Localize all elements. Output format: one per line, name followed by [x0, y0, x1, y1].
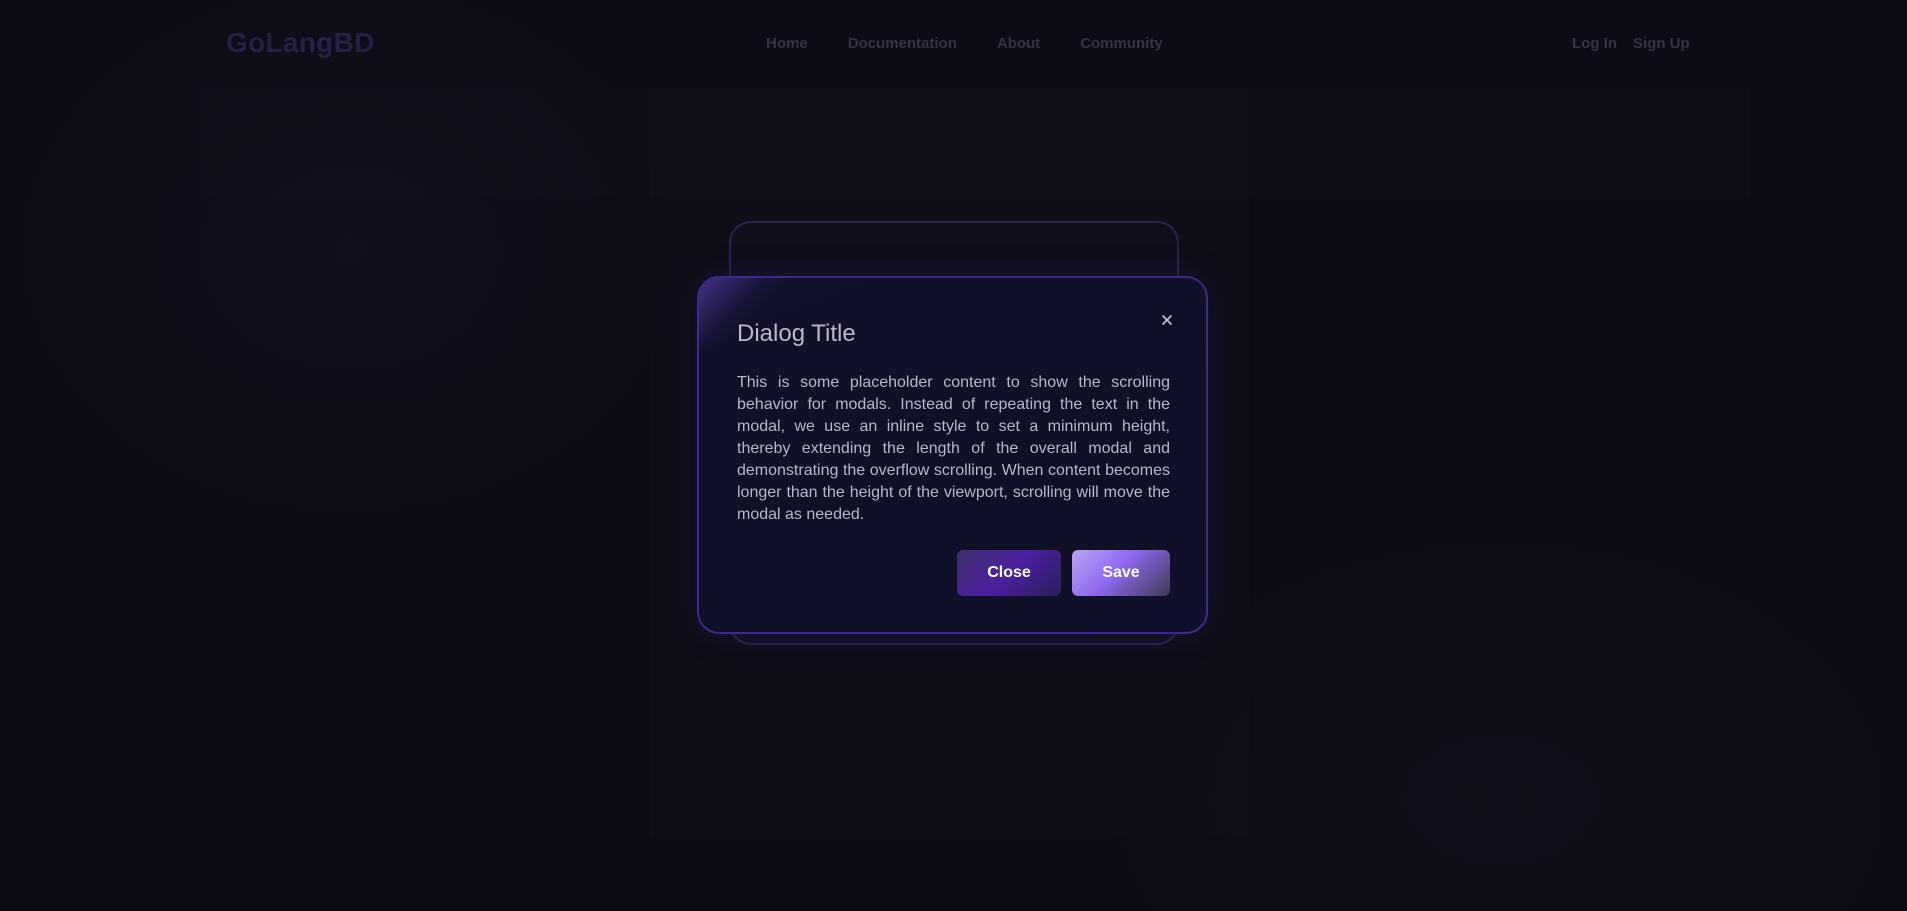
dialog-title: Dialog Title [737, 320, 856, 347]
save-button[interactable]: Save [1072, 550, 1170, 596]
close-icon[interactable] [1159, 312, 1175, 328]
dialog-body-text: This is some placeholder content to show… [737, 374, 1170, 523]
page: GoLangBD Home Documentation About Commun… [0, 0, 1907, 911]
dialog: Dialog Title This is some placeholder co… [697, 276, 1208, 634]
close-button[interactable]: Close [957, 550, 1061, 596]
